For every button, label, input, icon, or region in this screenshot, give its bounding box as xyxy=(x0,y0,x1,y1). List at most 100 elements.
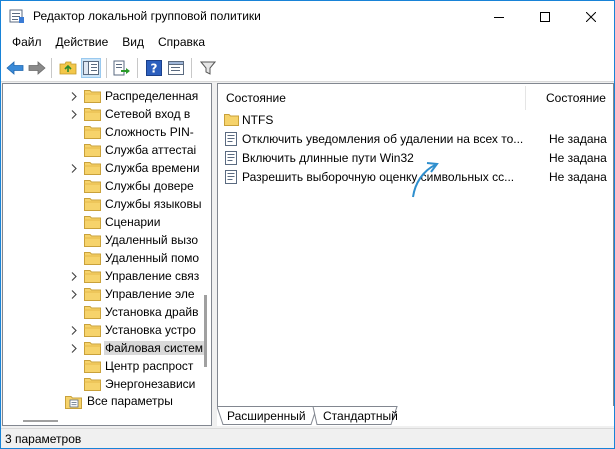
tree-item[interactable]: Управление связ xyxy=(3,267,203,285)
tree-item-label: Управление эле xyxy=(105,287,195,301)
folder-icon xyxy=(84,323,101,340)
chevron-right-icon[interactable] xyxy=(69,105,79,123)
tree-item[interactable]: Установка драйв xyxy=(3,303,203,321)
tree-item[interactable]: Служба аттестаі xyxy=(3,141,203,159)
maximize-button[interactable] xyxy=(522,1,568,32)
menu-view[interactable]: Вид xyxy=(115,32,151,53)
tree-item[interactable]: Сложность PIN- xyxy=(3,123,203,141)
setting-state: Не задана xyxy=(549,170,607,184)
menu-action[interactable]: Действие xyxy=(49,32,116,53)
setting-name: Включить длинные пути Win32 xyxy=(242,151,414,165)
tree-horizontal-scrollbar[interactable] xyxy=(3,417,203,425)
tab-standard[interactable]: Стандартный xyxy=(323,406,398,425)
policy-setting-icon xyxy=(224,151,238,168)
folder-icon xyxy=(84,233,101,250)
close-button[interactable] xyxy=(568,1,614,32)
column-divider[interactable] xyxy=(525,86,526,110)
tree-item-label: Сложность PIN- xyxy=(105,125,194,139)
setting-name: Отключить уведомления об удалении на все… xyxy=(242,132,524,146)
folder-icon xyxy=(84,143,101,160)
tree-item[interactable]: Удаленный вызо xyxy=(3,231,203,249)
gpedit-app-icon xyxy=(9,8,25,24)
tree-item-label: Служба времени xyxy=(105,161,200,175)
tree-item[interactable]: Службы языковы xyxy=(3,195,203,213)
tree-item-label: Удаленный вызо xyxy=(105,233,198,247)
tree-item[interactable]: Сценарии xyxy=(3,213,203,231)
toolbar-separator xyxy=(51,58,52,78)
tree-item-label: Службы довере xyxy=(105,179,194,193)
export-list-icon[interactable] xyxy=(112,58,132,78)
folder-icon xyxy=(84,197,101,214)
tab-extended[interactable]: Расширенный xyxy=(227,406,306,425)
chevron-right-icon[interactable] xyxy=(69,339,79,357)
tree-item[interactable]: Удаленный помо xyxy=(3,249,203,267)
tree-item[interactable]: Служба времени xyxy=(3,159,203,177)
tree-item-label: Сценарии xyxy=(105,215,161,229)
tree-item[interactable]: Службы довере xyxy=(3,177,203,195)
view-tabs: Расширенный Стандартный xyxy=(217,406,614,426)
folder-icon xyxy=(84,251,101,268)
folder-icon xyxy=(84,215,101,232)
filter-icon[interactable] xyxy=(198,58,218,78)
folder-icon xyxy=(84,107,101,124)
forward-icon[interactable] xyxy=(27,58,47,78)
column-header-state[interactable]: Состояние xyxy=(546,84,606,112)
chevron-right-icon[interactable] xyxy=(69,267,79,285)
tree-item-label: Удаленный помо xyxy=(105,251,200,265)
tree-item[interactable]: Распределенная xyxy=(3,87,203,105)
folder-icon xyxy=(84,341,101,358)
chevron-right-icon[interactable] xyxy=(69,87,79,105)
tree-item[interactable]: Сетевой вход в xyxy=(3,105,203,123)
tree-item-label: Управление связ xyxy=(105,269,200,283)
policy-setting-row[interactable]: Отключить уведомления об удалении на все… xyxy=(218,129,613,149)
tree-item[interactable]: Установка устро xyxy=(3,321,203,339)
list-folder-row[interactable]: NTFS xyxy=(218,110,613,130)
policy-setting-icon xyxy=(224,170,238,187)
title-bar: Редактор локальной групповой политики xyxy=(1,1,614,32)
settings-list-pane[interactable]: Состояние Состояние NTFS Отключить уведом… xyxy=(217,83,614,426)
folder-icon xyxy=(84,287,101,304)
tree-item-label: Все параметры xyxy=(87,394,173,408)
column-header-name[interactable]: Состояние xyxy=(226,84,286,112)
folder-icon xyxy=(84,89,101,106)
back-icon[interactable] xyxy=(5,58,25,78)
tree-item[interactable]: Файловая систем xyxy=(3,339,205,358)
up-folder-icon[interactable] xyxy=(58,58,78,78)
tree-item-label: Файловая систем xyxy=(104,341,205,355)
folder-icon xyxy=(84,305,101,322)
chevron-right-icon[interactable] xyxy=(69,159,79,177)
policy-setting-icon xyxy=(224,132,238,149)
chevron-right-icon[interactable] xyxy=(69,285,79,303)
folder-icon xyxy=(84,179,101,196)
chevron-right-icon[interactable] xyxy=(69,321,79,339)
menu-file[interactable]: Файл xyxy=(5,32,49,53)
scrollbar-thumb[interactable] xyxy=(23,420,58,422)
setting-name: Разрешить выборочную оценку символьных с… xyxy=(242,170,515,184)
setting-name: NTFS xyxy=(242,113,274,127)
help-icon[interactable]: ? xyxy=(144,58,164,78)
tree-item[interactable]: Центр распрост xyxy=(3,357,203,375)
menu-bar: Файл Действие Вид Справка xyxy=(1,32,614,53)
toolbar-separator xyxy=(191,58,192,78)
toolbar-separator xyxy=(106,58,107,78)
tree-item-label: Энергонезависи xyxy=(105,377,196,391)
folder-icon xyxy=(224,113,239,129)
tree-item[interactable]: Управление эле xyxy=(3,285,203,303)
tree-item-label: Установка драйв xyxy=(105,305,199,319)
properties-icon[interactable] xyxy=(166,58,186,78)
menu-help[interactable]: Справка xyxy=(151,32,212,53)
status-bar: 3 параметров xyxy=(1,428,614,448)
tree-item-label: Установка устро xyxy=(105,323,196,337)
annotation-arrow-icon xyxy=(412,162,439,198)
settings-folder-icon xyxy=(65,394,82,412)
tree-item-all-settings[interactable]: Все параметры xyxy=(3,392,203,410)
tree-item-label: Службы языковы xyxy=(105,197,202,211)
window-title: Редактор локальной групповой политики xyxy=(33,9,261,23)
tree-vertical-scrollbar[interactable] xyxy=(203,84,211,425)
tree-item[interactable]: Энергонезависи xyxy=(3,375,203,393)
minimize-button[interactable] xyxy=(476,1,522,32)
scrollbar-thumb[interactable] xyxy=(204,295,207,367)
tree-pane[interactable]: Распределенная Сетевой вход в Сложность PI… xyxy=(2,83,212,426)
toolbar-separator xyxy=(137,58,138,78)
show-hide-tree-icon[interactable] xyxy=(81,58,101,78)
